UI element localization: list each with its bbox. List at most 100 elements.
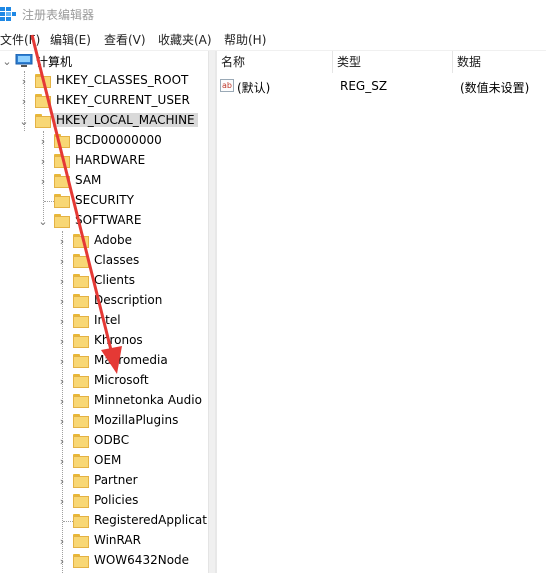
menu-view[interactable]: 查看(V): [104, 31, 146, 48]
chevron-right-icon[interactable]: ›: [37, 171, 49, 191]
tree-item-label: HKEY_CURRENT_USER: [56, 93, 190, 107]
menu-file[interactable]: 文件(F): [0, 31, 40, 48]
chevron-right-icon[interactable]: ›: [56, 491, 68, 511]
tree-item-sam[interactable]: › SAM: [0, 171, 208, 191]
chevron-right-icon[interactable]: ›: [37, 151, 49, 171]
tree-item-label: Minnetonka Audio: [94, 393, 202, 407]
chevron-right-icon[interactable]: ›: [56, 291, 68, 311]
folder-icon: [53, 133, 71, 149]
folder-icon: [72, 473, 90, 489]
folder-icon: [53, 173, 71, 189]
folder-icon: [72, 413, 90, 429]
tree-item-hardware[interactable]: › HARDWARE: [0, 151, 208, 171]
tree-item-hkey-current-user[interactable]: › HKEY_CURRENT_USER: [0, 91, 208, 111]
tree-item-security[interactable]: SECURITY: [0, 191, 208, 211]
window-title: 注册表编辑器: [22, 8, 95, 22]
folder-icon: [72, 373, 90, 389]
tree-item-label: Adobe: [94, 233, 132, 247]
chevron-right-icon[interactable]: ›: [56, 231, 68, 251]
chevron-right-icon[interactable]: ›: [56, 331, 68, 351]
tree-item-label: HKEY_LOCAL_MACHINE: [53, 113, 198, 127]
tree-item-label: HKEY_CLASSES_ROOT: [56, 73, 189, 87]
tree-item-minnetonka-audio[interactable]: › Minnetonka Audio: [0, 391, 208, 411]
tree-item-hkey-local-machine[interactable]: ⌄ HKEY_LOCAL_MACHINE: [0, 111, 208, 131]
tree-item-khronos[interactable]: › Khronos: [0, 331, 208, 351]
menu-favorites[interactable]: 收藏夹(A): [158, 31, 212, 48]
tree-item-label: Description: [94, 293, 163, 307]
tree-item-label: MozillaPlugins: [94, 413, 179, 427]
tree-item-label: Khronos: [94, 333, 143, 347]
value-name: (默认): [237, 81, 271, 95]
chevron-right-icon[interactable]: ›: [56, 251, 68, 271]
tree-item-wow6432node[interactable]: › WOW6432Node: [0, 551, 208, 571]
tree-item-label: SAM: [75, 173, 102, 187]
chevron-right-icon[interactable]: ›: [56, 451, 68, 471]
folder-icon: [34, 93, 52, 109]
tree-item-macromedia[interactable]: › Macromedia: [0, 351, 208, 371]
tree-item-label: Microsoft: [94, 373, 149, 387]
folder-icon: [72, 393, 90, 409]
chevron-right-icon[interactable]: ›: [56, 471, 68, 491]
registry-tree[interactable]: ⌄ 计算机 › HKEY_CLASSES_ROOT › HKEY_CURRENT…: [0, 51, 208, 573]
tree-item-registeredapplications[interactable]: RegisteredApplicati: [0, 511, 208, 531]
folder-icon: [72, 333, 90, 349]
column-header-name[interactable]: 名称: [217, 51, 333, 73]
tree-item-oem[interactable]: › OEM: [0, 451, 208, 471]
tree-item-label: OEM: [94, 453, 122, 467]
tree-item-clients[interactable]: › Clients: [0, 271, 208, 291]
tree-item-software[interactable]: ⌄ SOFTWARE: [0, 211, 208, 231]
folder-icon: [72, 293, 90, 309]
value-data: (数值未设置): [460, 81, 530, 95]
tree-item-policies[interactable]: › Policies: [0, 491, 208, 511]
folder-icon: [72, 233, 90, 249]
folder-icon: [72, 453, 90, 469]
chevron-right-icon[interactable]: ›: [18, 71, 30, 91]
tree-item-odbc[interactable]: › ODBC: [0, 431, 208, 451]
tree-item-label: 计算机: [36, 55, 73, 69]
chevron-right-icon[interactable]: ›: [37, 131, 49, 151]
value-type: REG_SZ: [340, 79, 388, 93]
chevron-right-icon[interactable]: ›: [18, 91, 30, 111]
folder-icon: [53, 153, 71, 169]
tree-item-hkey-classes-root[interactable]: › HKEY_CLASSES_ROOT: [0, 71, 208, 91]
tree-item-label: Macromedia: [94, 353, 168, 367]
chevron-right-icon[interactable]: ›: [56, 271, 68, 291]
tree-item-computer[interactable]: ⌄ 计算机: [0, 51, 208, 71]
chevron-right-icon[interactable]: ›: [56, 531, 68, 551]
tree-item-microsoft[interactable]: › Microsoft: [0, 371, 208, 391]
menu-edit[interactable]: 编辑(E): [50, 31, 91, 48]
tree-item-intel[interactable]: › Intel: [0, 311, 208, 331]
values-list[interactable]: 名称 类型 数据 ab (默认) REG_SZ (数值未设置): [217, 51, 546, 573]
chevron-down-icon[interactable]: ⌄: [1, 51, 13, 71]
chevron-down-icon[interactable]: ⌄: [18, 111, 30, 131]
menu-help[interactable]: 帮助(H): [224, 31, 266, 48]
chevron-right-icon[interactable]: ›: [56, 311, 68, 331]
tree-item-label: Clients: [94, 273, 135, 287]
tree-item-label: SECURITY: [75, 193, 134, 207]
tree-item-label: Policies: [94, 493, 139, 507]
tree-item-winrar[interactable]: › WinRAR: [0, 531, 208, 551]
tree-item-label: SOFTWARE: [75, 213, 142, 227]
tree-item-partner[interactable]: › Partner: [0, 471, 208, 491]
tree-item-adobe[interactable]: › Adobe: [0, 231, 208, 251]
folder-open-icon: [34, 113, 52, 129]
chevron-right-icon[interactable]: ›: [56, 391, 68, 411]
column-header-type[interactable]: 类型: [333, 51, 453, 73]
folder-icon: [72, 513, 90, 529]
chevron-right-icon[interactable]: ›: [56, 371, 68, 391]
chevron-right-icon[interactable]: ›: [56, 431, 68, 451]
tree-item-label: WOW6432Node: [94, 553, 190, 567]
chevron-right-icon[interactable]: ›: [56, 351, 68, 371]
tree-item-description[interactable]: › Description: [0, 291, 208, 311]
tree-item-mozillaplugins[interactable]: › MozillaPlugins: [0, 411, 208, 431]
chevron-down-icon[interactable]: ⌄: [37, 211, 49, 231]
chevron-right-icon[interactable]: ›: [56, 551, 68, 571]
tree-item-label: Partner: [94, 473, 138, 487]
folder-icon: [72, 353, 90, 369]
column-header-data[interactable]: 数据: [453, 51, 546, 73]
folder-icon: [34, 73, 52, 89]
folder-icon: [72, 533, 90, 549]
chevron-right-icon[interactable]: ›: [56, 411, 68, 431]
tree-item-classes[interactable]: › Classes: [0, 251, 208, 271]
tree-item-bcd[interactable]: › BCD00000000: [0, 131, 208, 151]
